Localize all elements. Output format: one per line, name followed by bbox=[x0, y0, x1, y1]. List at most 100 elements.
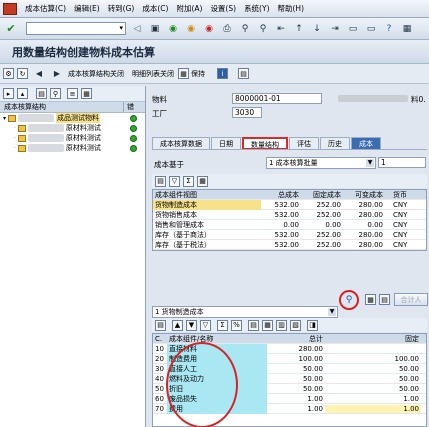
next-page-icon[interactable]: ↓ bbox=[310, 22, 324, 36]
history-icon[interactable]: ◁ bbox=[130, 22, 144, 36]
last-page-icon[interactable]: ⇥ bbox=[328, 22, 342, 36]
print-icon[interactable]: ▤ bbox=[248, 319, 259, 331]
table-row[interactable]: 货物制造成本 532.00 252.00 280.00 CNY bbox=[153, 199, 426, 210]
tree-row[interactable]: · 原材料测试 bbox=[0, 143, 145, 153]
collapse-icon[interactable]: ▴ bbox=[17, 88, 28, 99]
sum-icon[interactable]: Σ bbox=[217, 319, 228, 331]
layout-icon[interactable]: ▦ bbox=[81, 88, 92, 99]
cost-base-label: 成本基于 bbox=[154, 160, 184, 169]
find-icon[interactable]: ⚲ bbox=[50, 88, 61, 99]
col-header: 总计 bbox=[309, 334, 323, 343]
print-icon[interactable]: ⎙ bbox=[220, 22, 234, 36]
cost-component-view-select[interactable]: 1 货物制造成本 ▼ bbox=[152, 306, 338, 318]
table-row[interactable]: 30 直接人工 50.00 50.00 bbox=[153, 363, 426, 374]
chevron-down-icon[interactable]: ▼ bbox=[328, 308, 336, 316]
menu-item[interactable]: 系统(Y) bbox=[244, 3, 269, 14]
back-icon[interactable]: ◉ bbox=[166, 22, 180, 36]
material-field[interactable]: 8000001-01 bbox=[232, 93, 322, 104]
menu-item[interactable]: 转到(G) bbox=[108, 3, 135, 14]
cost-structure-close-button[interactable]: 成本核算结构关闭 bbox=[68, 69, 124, 79]
col-header: 固定 bbox=[405, 334, 419, 343]
find-icon[interactable]: ⚲ bbox=[238, 22, 252, 36]
display-change-icon[interactable]: ⚙ bbox=[3, 68, 14, 79]
help-icon[interactable]: ? bbox=[382, 22, 396, 36]
command-dropdown-icon[interactable]: ▾ bbox=[119, 24, 123, 32]
plant-field[interactable]: 3030 bbox=[232, 107, 262, 118]
table-row[interactable]: 50 折旧 50.00 50.00 bbox=[153, 383, 426, 394]
cost-base-select[interactable]: 1 成本核算批量 ▼ bbox=[266, 157, 376, 169]
chart-view-icon[interactable]: ▤ bbox=[379, 294, 390, 305]
table-row[interactable]: 销售和管理成本 0.00 0.00 0.00 CNY bbox=[153, 220, 426, 230]
sort-descending-icon[interactable]: ▼ bbox=[186, 319, 197, 331]
details-icon[interactable]: ▤ bbox=[155, 175, 166, 187]
sap-logo-icon bbox=[3, 2, 17, 15]
export-icon[interactable]: ▦ bbox=[197, 175, 208, 187]
tree-row[interactable]: · 原材料测试 bbox=[0, 133, 145, 143]
export-icon[interactable]: ▦ bbox=[262, 319, 273, 331]
filter-icon[interactable]: ▽ bbox=[169, 175, 180, 187]
other-cost-estimate-icon[interactable]: ↻ bbox=[17, 68, 28, 79]
shortcut-icon[interactable]: ▭ bbox=[364, 22, 378, 36]
page-title: 用数量结构创建物料成本估算 bbox=[0, 40, 429, 64]
settings-icon[interactable]: ▤ bbox=[238, 68, 249, 79]
save-button[interactable]: 保持 bbox=[191, 69, 205, 79]
col-header: 可变成本 bbox=[355, 190, 383, 199]
graphic-icon[interactable]: ◨ bbox=[307, 319, 318, 331]
expand-icon[interactable]: ▸ bbox=[3, 88, 14, 99]
details-icon[interactable]: ▤ bbox=[155, 319, 166, 331]
detail-list-close-button[interactable]: 明细列表关闭 bbox=[132, 69, 174, 79]
table-row[interactable]: 货物销售成本 532.00 252.00 280.00 CNY bbox=[153, 210, 426, 220]
col-header: 固定成本 bbox=[313, 190, 341, 199]
layout-select-icon[interactable]: ▧ bbox=[290, 319, 301, 331]
menu-item[interactable]: 设置(S) bbox=[210, 3, 236, 14]
menu-item[interactable]: 帮助(H) bbox=[278, 3, 305, 14]
command-field[interactable]: ▾ bbox=[26, 22, 126, 35]
collapse-node-icon[interactable]: ▾ bbox=[3, 115, 6, 122]
prev-icon[interactable]: ◀ bbox=[32, 67, 46, 81]
table-row[interactable]: 60 废品损失 1.00 1.00 bbox=[153, 393, 426, 404]
cost-base-quantity[interactable]: 1 bbox=[378, 157, 426, 168]
save-icon[interactable]: ▣ bbox=[148, 22, 162, 36]
cancel-icon[interactable]: ◉ bbox=[202, 22, 216, 36]
sort-icon[interactable]: ≡ bbox=[67, 88, 78, 99]
display-cost-components-button[interactable]: ⚲ bbox=[339, 290, 359, 310]
table-row[interactable]: 库存（基于商法） 532.00 252.00 280.00 CNY bbox=[153, 230, 426, 240]
menu-item[interactable]: 附加(A) bbox=[176, 3, 202, 14]
new-session-icon[interactable]: ▭ bbox=[346, 22, 360, 36]
subtotal-icon[interactable]: % bbox=[231, 319, 242, 331]
layout-icon[interactable]: ▦ bbox=[400, 22, 414, 36]
filter-icon[interactable]: ▽ bbox=[200, 319, 211, 331]
tree-row-label: 原材料测试 bbox=[65, 134, 101, 142]
enter-check-icon[interactable]: ✔ bbox=[4, 22, 18, 36]
table-row[interactable]: 70 费用 1.00 1.00 bbox=[153, 403, 426, 414]
table-row[interactable]: 20 制造费用 100.00 100.00 bbox=[153, 353, 426, 364]
cost-component-table: C. 成本组件/名称 总计 固定 10 直接材料 280.00 20 制造费用 … bbox=[152, 333, 427, 427]
tree-row[interactable]: ▾ 成品测试物料 bbox=[0, 113, 145, 123]
next-icon[interactable]: ▶ bbox=[50, 67, 64, 81]
calculator-icon[interactable]: ▦ bbox=[178, 68, 189, 79]
exit-icon[interactable]: ◉ bbox=[184, 22, 198, 36]
chevron-down-icon[interactable]: ▼ bbox=[366, 159, 374, 167]
merge-button[interactable]: 合计人 bbox=[394, 293, 428, 306]
info-icon[interactable]: i bbox=[217, 68, 228, 79]
table-row[interactable]: 库存（基于税法） 532.00 252.00 280.00 CNY bbox=[153, 240, 426, 250]
layout-icon[interactable]: ▥ bbox=[276, 319, 287, 331]
print-icon[interactable]: ▤ bbox=[36, 88, 47, 99]
table-row[interactable]: 10 直接材料 280.00 bbox=[153, 343, 426, 354]
col-header: 总成本 bbox=[278, 190, 299, 199]
first-page-icon[interactable]: ⇤ bbox=[274, 22, 288, 36]
sum-icon[interactable]: Σ bbox=[183, 175, 194, 187]
tree-row[interactable]: · 原材料测试 bbox=[0, 123, 145, 133]
table-row[interactable]: 40 燃料及动力 50.00 50.00 bbox=[153, 373, 426, 384]
standard-toolbar: ✔ ▾ ◁ ▣ ◉ ◉ ◉ ⎙ ⚲ ⚲ ⇤ ↑ ↓ ⇥ ▭ ▭ ? ▦ bbox=[0, 18, 429, 40]
status-green-icon bbox=[130, 124, 137, 132]
menu-item[interactable]: 成本估算(C) bbox=[25, 3, 66, 14]
menu-item[interactable]: 编辑(E) bbox=[74, 3, 100, 14]
magnifier-icon: ⚲ bbox=[345, 295, 353, 305]
detail-panel: 物料 8000001-01 料0. 工厂 3030 成本核算数据 日期 数量结构… bbox=[148, 86, 429, 427]
menu-item[interactable]: 成本(C) bbox=[142, 3, 168, 14]
find-next-icon[interactable]: ⚲ bbox=[256, 22, 270, 36]
sort-ascending-icon[interactable]: ▲ bbox=[172, 319, 183, 331]
prev-page-icon[interactable]: ↑ bbox=[292, 22, 306, 36]
table-view-icon[interactable]: ▦ bbox=[365, 294, 376, 305]
